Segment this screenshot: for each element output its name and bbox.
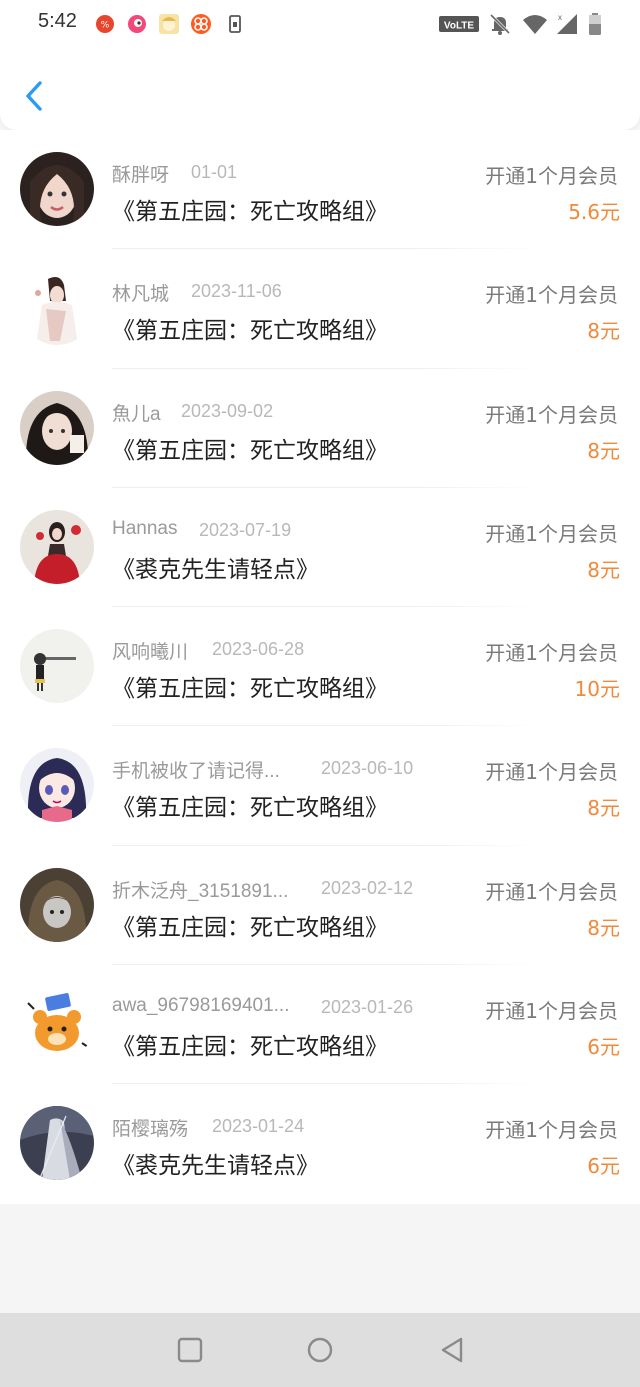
avatar[interactable] (20, 1106, 94, 1181)
shopping-app-notification-icon: % (96, 15, 114, 33)
payment-record-list: 酥胖呀 01-01 《第五庄园：死亡攻略组》 开通1个月会员 5.6元 林凡城 … (0, 130, 640, 1204)
record-date: 2023-07-19 (199, 519, 292, 540)
cell-signal-icon: x (557, 13, 577, 34)
record-date: 2023-06-10 (321, 758, 414, 779)
avatar[interactable] (20, 390, 94, 465)
app-header: 5:42 % VoLTE x (0, 0, 640, 130)
avatar[interactable] (20, 271, 94, 346)
record-date: 2023-09-02 (181, 400, 274, 421)
user-avatar-image (20, 748, 94, 823)
avatar[interactable] (20, 629, 94, 704)
list-item[interactable]: 林凡城 2023-11-06 《第五庄园：死亡攻略组》 开通1个月会员 8元 (0, 249, 640, 369)
user-avatar-image (20, 1106, 94, 1181)
list-item[interactable]: 酥胖呀 01-01 《第五庄园：死亡攻略组》 开通1个月会员 5.6元 (0, 130, 640, 250)
record-price: 6元 (587, 1154, 620, 1179)
book-title: 《第五庄园：死亡攻略组》 (112, 914, 388, 941)
status-time: 5:42 (38, 10, 77, 32)
avatar[interactable] (20, 509, 94, 584)
user-avatar-image (20, 987, 94, 1062)
user-name: 手机被收了请记得... (112, 761, 280, 783)
svg-text:VoLTE: VoLTE (444, 21, 475, 32)
home-circle-icon[interactable] (305, 1335, 335, 1365)
list-item[interactable]: 魚儿a 2023-09-02 《第五庄园：死亡攻略组》 开通1个月会员 8元 (0, 369, 640, 488)
user-avatar-image (20, 390, 94, 465)
user-name: Hannas (112, 517, 178, 539)
user-avatar-image (20, 271, 94, 346)
record-date: 01-01 (191, 162, 238, 182)
list-item[interactable]: Hannas 2023-07-19 《裘克先生请轻点》 开通1个月会员 8元 (0, 488, 640, 608)
record-date: 2023-01-26 (321, 997, 414, 1018)
avatar[interactable] (20, 152, 94, 226)
record-price: 8元 (587, 915, 620, 940)
wifi-icon (523, 15, 547, 34)
list-item[interactable]: 折木泛舟_3151891... 2023-02-12 《第五庄园：死亡攻略组》 … (0, 846, 640, 966)
record-action: 开通1个月会员 (485, 641, 618, 666)
avatar[interactable] (20, 867, 94, 942)
user-avatar-image (20, 509, 94, 584)
record-date: 2023-11-06 (191, 281, 282, 302)
record-action: 开通1个月会员 (485, 283, 618, 308)
record-action: 开通1个月会员 (485, 760, 618, 785)
chevron-left-icon (26, 81, 42, 111)
user-name: awa_96798169401... (112, 995, 290, 1017)
list-item[interactable]: 陌樱璃殇 2023-01-24 《裘克先生请轻点》 开通1个月会员 6元 (0, 1084, 640, 1203)
record-price: 10元 (574, 677, 620, 702)
record-action: 开通1个月会员 (485, 879, 618, 904)
record-action: 开通1个月会员 (485, 521, 618, 546)
book-title: 《第五庄园：死亡攻略组》 (112, 676, 388, 703)
user-avatar-image (20, 629, 94, 704)
record-price: 6元 (587, 1035, 620, 1060)
list-item[interactable]: 手机被收了请记得... 2023-06-10 《第五庄园：死亡攻略组》 开通1个… (0, 726, 640, 846)
record-price: 8元 (587, 438, 620, 463)
record-action: 开通1个月会员 (485, 1118, 618, 1143)
record-date: 2023-02-12 (321, 877, 414, 898)
book-title: 《第五庄园：死亡攻略组》 (112, 795, 388, 822)
recents-square-icon[interactable] (175, 1335, 205, 1365)
user-avatar-image (20, 867, 94, 942)
book-title: 《裘克先生请轻点》 (112, 1153, 319, 1180)
svg-text:x: x (558, 13, 562, 22)
avatar[interactable] (20, 748, 94, 823)
book-title: 《裘克先生请轻点》 (112, 556, 319, 583)
book-title: 《第五庄园：死亡攻略组》 (112, 199, 388, 225)
record-date: 2023-01-24 (212, 1116, 305, 1137)
list-item[interactable]: 风响曦川 2023-06-28 《第五庄园：死亡攻略组》 开通1个月会员 10元 (0, 607, 640, 727)
book-title: 《第五庄园：死亡攻略组》 (112, 437, 388, 464)
book-title: 《第五庄园：死亡攻略组》 (112, 318, 388, 345)
back-button[interactable] (18, 76, 54, 116)
record-date: 2023-06-28 (212, 639, 305, 660)
user-name: 风响曦川 (112, 642, 189, 664)
user-name: 陌樱璃殇 (112, 1119, 189, 1141)
user-avatar-image (20, 152, 94, 226)
back-triangle-icon[interactable] (437, 1335, 467, 1365)
book-title: 《第五庄园：死亡攻略组》 (112, 1034, 388, 1061)
flower-app-notification-icon (191, 14, 211, 34)
record-price: 5.6元 (568, 200, 620, 224)
user-name: 魚儿a (112, 403, 161, 425)
record-action: 开通1个月会员 (485, 402, 618, 427)
record-action: 开通1个月会员 (485, 164, 618, 188)
battery-icon (589, 13, 601, 35)
bird-app-notification-icon (128, 15, 146, 33)
user-name: 林凡城 (112, 284, 170, 306)
user-name: 酥胖呀 (112, 165, 170, 186)
system-nav-bar (0, 1313, 640, 1387)
svg-text:%: % (101, 21, 110, 31)
sim-notification-icon (229, 15, 241, 33)
avatar[interactable] (20, 987, 94, 1062)
user-name: 折木泛舟_3151891... (112, 880, 289, 902)
record-price: 8元 (587, 796, 620, 821)
status-bar: 5:42 % VoLTE x (0, 0, 640, 48)
record-price: 8元 (587, 319, 620, 344)
mute-bell-icon (489, 13, 511, 35)
avatar-app-notification-icon (159, 14, 179, 34)
record-action: 开通1个月会员 (485, 999, 618, 1024)
volte-icon: VoLTE (439, 16, 479, 32)
list-item[interactable]: awa_96798169401... 2023-01-26 《第五庄园：死亡攻略… (0, 965, 640, 1085)
record-price: 8元 (587, 557, 620, 582)
